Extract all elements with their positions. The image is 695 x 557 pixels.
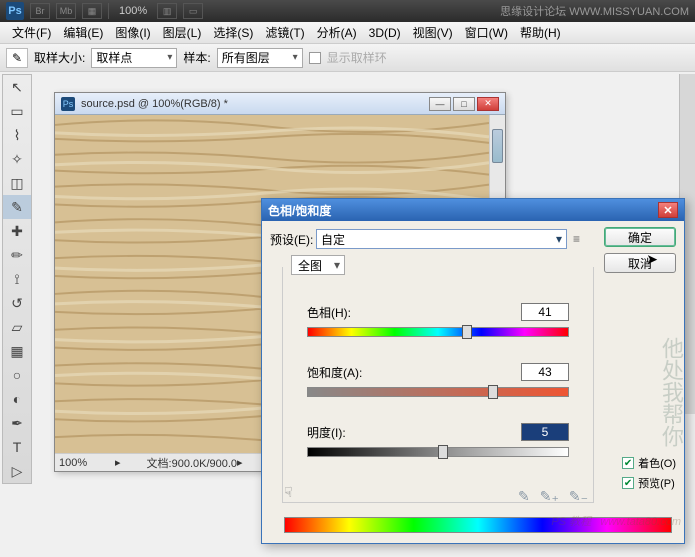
marquee-tool[interactable]: ▭ [3, 99, 31, 123]
brand-text: 思缘设计论坛 WWW.MISSYUAN.COM [500, 3, 689, 19]
edit-group: 全图 色相(H): 饱和度(A): 明度(I): [282, 267, 594, 503]
view-extras-icon[interactable]: ▦ [82, 3, 102, 19]
document-titlebar[interactable]: Ps source.psd @ 100%(RGB/8) * — □ ✕ [55, 93, 505, 115]
menu-help[interactable]: 帮助(H) [514, 24, 567, 41]
menu-filter[interactable]: 滤镜(T) [259, 24, 310, 41]
sample-size-label: 取样大小: [34, 49, 85, 66]
crop-tool[interactable]: ◫ [3, 171, 31, 195]
ok-button[interactable]: 确定 [604, 227, 676, 247]
doc-info: 文档:900.0K/900.0 [147, 455, 238, 471]
preview-checkbox[interactable]: ✔预览(P) [622, 475, 676, 491]
doc-icon: Ps [61, 97, 75, 111]
menu-window[interactable]: 窗口(W) [459, 24, 514, 41]
menu-select[interactable]: 选择(S) [207, 24, 259, 41]
spectrum-bar[interactable] [284, 517, 672, 533]
options-bar: ✎ 取样大小: 取样点 样本: 所有图层 显示取样环 [0, 44, 695, 72]
app-bar: Ps Br Mb ▦ 100% ▥ ▭ 思缘设计论坛 WWW.MISSYUAN.… [0, 0, 695, 22]
path-tool[interactable]: ▷ [3, 459, 31, 483]
preset-select[interactable]: 自定 [316, 229, 567, 249]
wand-tool[interactable]: ✧ [3, 147, 31, 171]
saturation-input[interactable] [521, 363, 569, 381]
eraser-tool[interactable]: ▱ [3, 315, 31, 339]
eyedropper-icon[interactable]: ✎ [6, 48, 28, 68]
colorize-checkbox[interactable]: ✔着色(O) [622, 455, 676, 471]
menu-3d[interactable]: 3D(D) [363, 26, 407, 40]
maximize-button[interactable]: □ [453, 97, 475, 111]
lasso-tool[interactable]: ⌇ [3, 123, 31, 147]
lightness-input[interactable] [521, 423, 569, 441]
preset-label: 预设(E): [270, 231, 316, 248]
brush-tool[interactable]: ✏ [3, 243, 31, 267]
eyedropper-set-icon[interactable]: ✎ [518, 488, 530, 505]
move-tool[interactable]: ↖ [3, 75, 31, 99]
document-title: source.psd @ 100%(RGB/8) * [81, 98, 228, 110]
menu-view[interactable]: 视图(V) [407, 24, 459, 41]
saturation-label: 饱和度(A): [307, 364, 362, 381]
lightness-label: 明度(I): [307, 424, 346, 441]
eyedropper-tool[interactable]: ✎ [3, 195, 31, 219]
gradient-tool[interactable]: ▦ [3, 339, 31, 363]
close-button[interactable]: ✕ [477, 97, 499, 111]
show-ring-checkbox[interactable] [309, 52, 321, 64]
stamp-tool[interactable]: ⟟ [3, 267, 31, 291]
toolbox: ↖ ▭ ⌇ ✧ ◫ ✎ ✚ ✏ ⟟ ↺ ▱ ▦ ○ ◐ ✒ T ▷ [2, 74, 32, 484]
scrub-icon[interactable]: ☟ [284, 484, 293, 501]
screen-mode-icon[interactable]: ▭ [183, 3, 203, 19]
zoom-percent[interactable]: 100% [119, 5, 147, 17]
heal-tool[interactable]: ✚ [3, 219, 31, 243]
eyedropper-add-icon[interactable]: ✎₊ [540, 488, 559, 505]
saturation-slider[interactable] [307, 387, 569, 397]
menu-layer[interactable]: 图层(L) [157, 24, 208, 41]
sample-layer-select[interactable]: 所有图层 [217, 48, 303, 68]
menu-edit[interactable]: 编辑(E) [57, 24, 109, 41]
dialog-title: 色相/饱和度 [268, 202, 331, 219]
preset-menu-icon[interactable]: ≡ [573, 232, 580, 246]
edit-channel-select[interactable]: 全图 [291, 255, 345, 275]
zoom-field[interactable]: 100% [59, 457, 115, 469]
app-logo: Ps [6, 2, 24, 20]
menu-image[interactable]: 图像(I) [109, 24, 156, 41]
hue-saturation-dialog: 色相/饱和度 ✕ 预设(E): 自定 ≡ 确定 取消 ➤ 全图 色相(H): [261, 198, 685, 544]
blur-tool[interactable]: ○ [3, 363, 31, 387]
hue-label: 色相(H): [307, 304, 351, 321]
minimize-button[interactable]: — [429, 97, 451, 111]
menu-file[interactable]: 文件(F) [6, 24, 57, 41]
menu-bar: 文件(F) 编辑(E) 图像(I) 图层(L) 选择(S) 滤镜(T) 分析(A… [0, 22, 695, 44]
show-ring-label: 显示取样环 [327, 49, 387, 66]
cancel-button[interactable]: 取消 [604, 253, 676, 273]
hue-slider[interactable] [307, 327, 569, 337]
bridge-icon[interactable]: Br [30, 3, 50, 19]
minibridge-icon[interactable]: Mb [56, 3, 76, 19]
type-tool[interactable]: T [3, 435, 31, 459]
hue-input[interactable] [521, 303, 569, 321]
dodge-tool[interactable]: ◐ [3, 387, 31, 411]
pen-tool[interactable]: ✒ [3, 411, 31, 435]
eyedropper-sub-icon[interactable]: ✎₋ [569, 488, 588, 505]
sample-size-select[interactable]: 取样点 [91, 48, 177, 68]
lightness-slider[interactable] [307, 447, 569, 457]
dialog-titlebar[interactable]: 色相/饱和度 ✕ [262, 199, 684, 221]
history-brush-tool[interactable]: ↺ [3, 291, 31, 315]
menu-analysis[interactable]: 分析(A) [311, 24, 363, 41]
sample-label: 样本: [183, 49, 210, 66]
arrange-icon[interactable]: ▥ [157, 3, 177, 19]
dialog-close-button[interactable]: ✕ [658, 202, 678, 218]
